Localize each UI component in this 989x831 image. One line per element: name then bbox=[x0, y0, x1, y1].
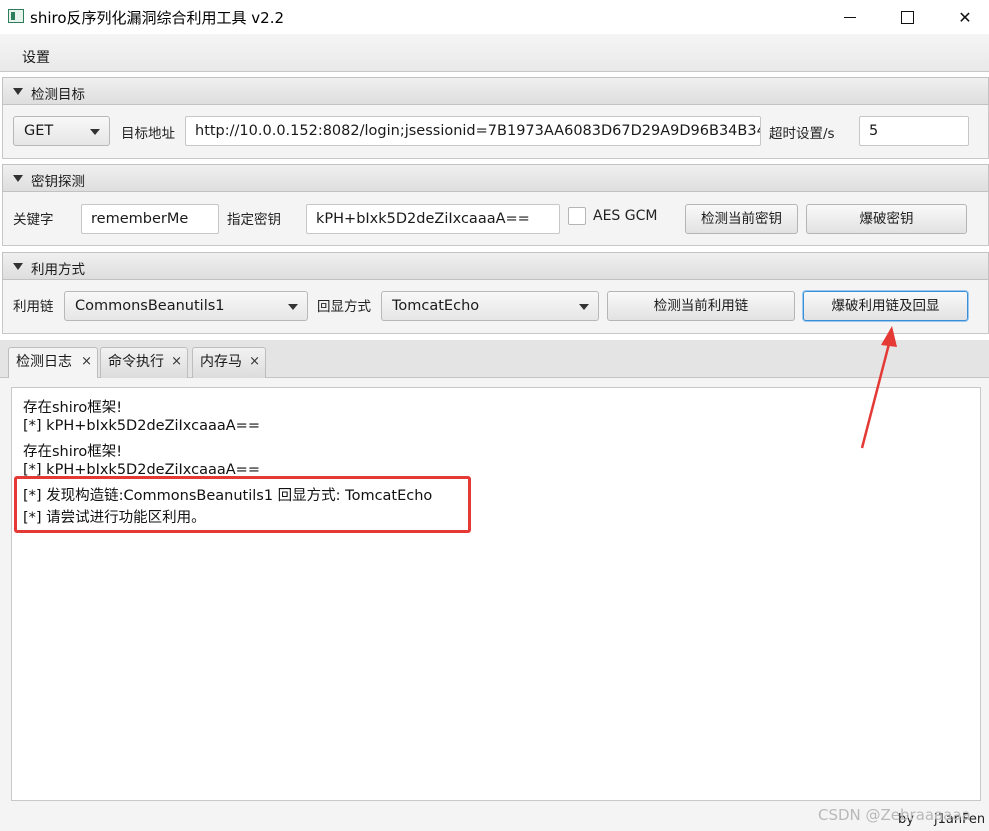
watermark: CSDN @Zebraaaaaa bbox=[818, 806, 971, 824]
arrow-shaft bbox=[860, 339, 892, 449]
arrow-head bbox=[881, 326, 897, 347]
annotation-arrow bbox=[860, 326, 897, 449]
